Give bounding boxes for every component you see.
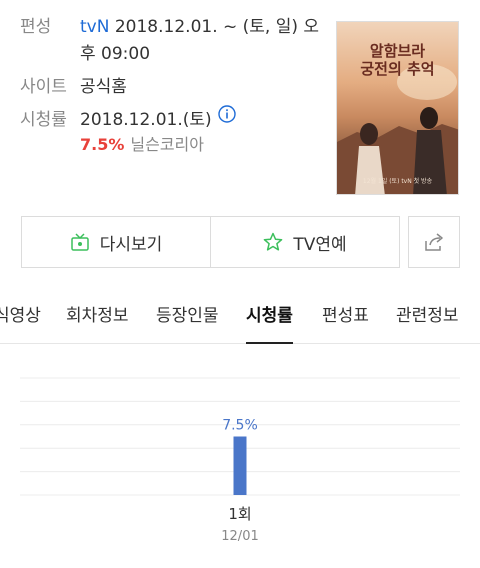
site-label: 사이트 [20,77,67,97]
poster-image[interactable]: 알함브라 궁전의 추억 12월 1일 (토) tvN 첫 방송 [336,21,459,195]
category-date-label: 12/01 [221,529,258,544]
tab-video[interactable]: 식영상 [0,290,41,344]
share-button[interactable] [408,216,460,268]
broadcast-label: 편성 [20,17,52,37]
rating-percent: 7.5% [80,135,125,154]
official-site-link[interactable]: 공식홈 [80,74,320,101]
info-icon[interactable] [217,105,236,132]
action-bar: 다시보기 TV연예 [21,216,400,268]
chart-bars: 7.5% 1회 12/01 [221,418,258,545]
tab-episode-info[interactable]: 회차정보 [66,290,129,344]
poster-title: 알함브라 궁전의 추억 [360,42,435,78]
rating-label: 시청률 [20,110,67,130]
tab-related-info[interactable]: 관련정보 [396,290,459,344]
replay-icon [70,233,89,251]
ratings-chart: 7.5% 1회 12/01 [20,377,460,545]
tab-ratings[interactable]: 시청률 [246,290,293,344]
tv-entertainment-label: TV연예 [293,234,347,255]
broadcast-row: 편성 tvN 2018.12.01. ~ (토, 일) 오후 09:00 [20,14,320,68]
tv-entertainment-button[interactable]: TV연예 [210,217,399,267]
channel-link[interactable]: tvN [80,17,109,37]
replay-label: 다시보기 [99,234,163,255]
bar-data-label: 7.5% [222,418,258,434]
category-label: 1회 [228,505,251,523]
rating-bar[interactable] [233,436,247,496]
tab-characters[interactable]: 등장인물 [156,290,219,344]
tab-bar: 식영상 회차정보 등장인물 시청률 편성표 관련정보 [0,290,480,344]
broadcast-value: tvN 2018.12.01. ~ (토, 일) 오후 09:00 [80,14,320,68]
tab-schedule[interactable]: 편성표 [322,290,369,344]
star-icon [263,232,283,251]
share-icon [425,233,443,251]
rating-value: 2018.12.01.(토) [80,105,320,134]
rating-row: 시청률 2018.12.01.(토) [20,105,320,134]
replay-button[interactable]: 다시보기 [22,217,210,267]
poster-premiere: 12월 1일 (토) tvN 첫 방송 [362,178,433,185]
schedule-text: 2018.12.01. ~ (토, 일) 오후 09:00 [80,17,320,64]
rating-figure: 7.5% 닐슨코리아 [80,134,204,156]
program-info: 편성 tvN 2018.12.01. ~ (토, 일) 오후 09:00 사이트… [20,14,320,140]
site-row: 사이트 공식홈 [20,74,320,101]
rating-source: 닐슨코리아 [130,135,204,154]
rating-date: 2018.12.01.(토) [80,110,212,130]
